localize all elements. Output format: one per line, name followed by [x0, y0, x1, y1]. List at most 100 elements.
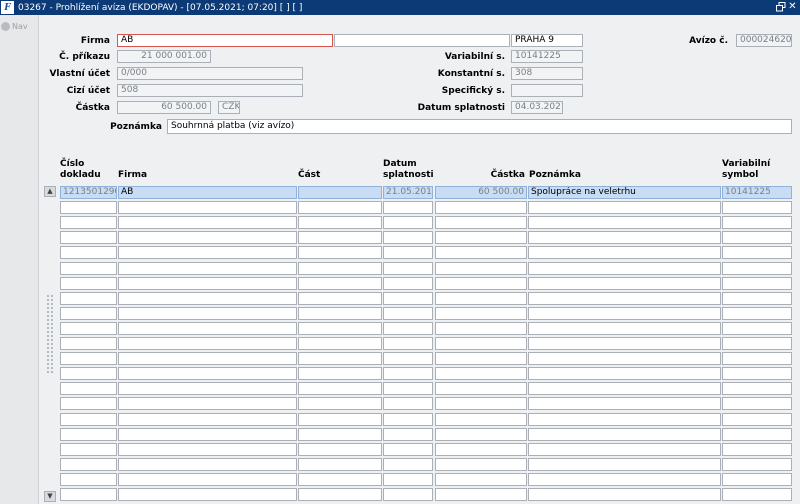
cell-firma[interactable] [118, 352, 297, 365]
cell-cislo-dokladu[interactable] [60, 397, 117, 410]
cell-poznamka[interactable] [528, 413, 721, 426]
cell-cislo-dokladu[interactable] [60, 201, 117, 214]
firma-name-field[interactable] [334, 34, 510, 47]
cell-poznamka[interactable] [528, 352, 721, 365]
cell-datum-splatnosti[interactable] [383, 458, 433, 471]
restore-icon[interactable] [776, 2, 786, 12]
cell-variabilni-symbol[interactable] [722, 337, 792, 350]
cell-cislo-dokladu[interactable] [60, 292, 117, 305]
cell-datum-splatnosti[interactable] [383, 277, 433, 290]
cell-cast[interactable] [298, 307, 382, 320]
cell-variabilni-symbol[interactable] [722, 277, 792, 290]
datum-splatnosti-field[interactable]: 04.03.2021 [511, 101, 563, 114]
cell-datum-splatnosti[interactable] [383, 473, 433, 486]
cell-castka[interactable] [435, 201, 527, 214]
prikaz-field[interactable]: 21 000 001.00 [117, 50, 211, 63]
cell-castka[interactable] [435, 216, 527, 229]
cell-variabilni-symbol[interactable] [722, 382, 792, 395]
cell-variabilni-symbol[interactable] [722, 352, 792, 365]
cell-poznamka[interactable] [528, 216, 721, 229]
firma-city-field[interactable]: PRAHA 9 [511, 34, 583, 47]
avizo-field[interactable]: 0000246208 [736, 34, 792, 47]
cell-variabilni-symbol[interactable] [722, 443, 792, 456]
vlastni-ucet-field[interactable]: 0/000 [117, 67, 303, 80]
cell-cast[interactable] [298, 367, 382, 380]
cell-variabilni-symbol[interactable] [722, 231, 792, 244]
cell-cast[interactable] [298, 262, 382, 275]
cell-firma[interactable]: AB [118, 186, 297, 199]
cell-datum-splatnosti[interactable] [383, 246, 433, 259]
cell-cislo-dokladu[interactable] [60, 322, 117, 335]
cell-firma[interactable] [118, 216, 297, 229]
cell-castka[interactable] [435, 231, 527, 244]
cell-poznamka[interactable] [528, 231, 721, 244]
scroll-grip[interactable] [46, 294, 54, 374]
cell-cislo-dokladu[interactable] [60, 428, 117, 441]
firma-input[interactable]: AB [117, 34, 333, 47]
cizi-ucet-field[interactable]: 508 [117, 84, 303, 97]
cell-castka[interactable] [435, 322, 527, 335]
cell-castka[interactable] [435, 307, 527, 320]
cell-poznamka[interactable] [528, 428, 721, 441]
cell-cast[interactable] [298, 246, 382, 259]
cell-poznamka[interactable] [528, 488, 721, 501]
cell-firma[interactable] [118, 443, 297, 456]
nav-button[interactable]: Nav [1, 22, 28, 31]
cell-variabilni-symbol[interactable]: 10141225 [722, 186, 792, 199]
cell-cislo-dokladu[interactable] [60, 352, 117, 365]
cell-poznamka[interactable] [528, 473, 721, 486]
cell-cast[interactable] [298, 488, 382, 501]
cell-castka[interactable] [435, 277, 527, 290]
cell-datum-splatnosti[interactable] [383, 367, 433, 380]
cell-datum-splatnosti[interactable] [383, 322, 433, 335]
cell-cast[interactable] [298, 428, 382, 441]
cell-cislo-dokladu[interactable] [60, 262, 117, 275]
cell-cislo-dokladu[interactable]: 1213501290 [60, 186, 117, 199]
cell-variabilni-symbol[interactable] [722, 201, 792, 214]
cell-castka[interactable] [435, 382, 527, 395]
cell-cast[interactable] [298, 186, 382, 199]
cell-castka[interactable] [435, 352, 527, 365]
cell-variabilni-symbol[interactable] [722, 428, 792, 441]
cell-variabilni-symbol[interactable] [722, 322, 792, 335]
cell-datum-splatnosti[interactable] [383, 201, 433, 214]
cell-firma[interactable] [118, 231, 297, 244]
close-icon[interactable]: ✕ [787, 1, 798, 13]
cell-cast[interactable] [298, 201, 382, 214]
cell-cast[interactable] [298, 458, 382, 471]
cell-cislo-dokladu[interactable] [60, 443, 117, 456]
cell-cislo-dokladu[interactable] [60, 458, 117, 471]
cell-datum-splatnosti[interactable] [383, 443, 433, 456]
cell-firma[interactable] [118, 262, 297, 275]
cell-cast[interactable] [298, 443, 382, 456]
cell-firma[interactable] [118, 246, 297, 259]
cell-firma[interactable] [118, 201, 297, 214]
cell-firma[interactable] [118, 337, 297, 350]
cell-poznamka[interactable] [528, 322, 721, 335]
cell-poznamka[interactable] [528, 307, 721, 320]
cell-firma[interactable] [118, 382, 297, 395]
variabilni-field[interactable]: 10141225 [511, 50, 583, 63]
cell-variabilni-symbol[interactable] [722, 262, 792, 275]
cell-cast[interactable] [298, 292, 382, 305]
cell-variabilni-symbol[interactable] [722, 413, 792, 426]
cell-castka[interactable] [435, 367, 527, 380]
cell-cast[interactable] [298, 473, 382, 486]
cell-poznamka[interactable] [528, 443, 721, 456]
cell-cislo-dokladu[interactable] [60, 216, 117, 229]
cell-poznamka[interactable] [528, 292, 721, 305]
cell-firma[interactable] [118, 413, 297, 426]
cell-variabilni-symbol[interactable] [722, 292, 792, 305]
cell-cast[interactable] [298, 382, 382, 395]
cell-cast[interactable] [298, 231, 382, 244]
cell-cislo-dokladu[interactable] [60, 367, 117, 380]
konstantni-field[interactable]: 308 [511, 67, 583, 80]
cell-datum-splatnosti[interactable] [383, 488, 433, 501]
cell-poznamka[interactable]: Spolupráce na veletrhu [528, 186, 721, 199]
cell-castka[interactable] [435, 262, 527, 275]
cell-datum-splatnosti[interactable]: 21.05.2013 [383, 186, 433, 199]
cell-datum-splatnosti[interactable] [383, 292, 433, 305]
cell-castka[interactable] [435, 443, 527, 456]
cell-firma[interactable] [118, 473, 297, 486]
scroll-down-icon[interactable]: ▼ [44, 491, 56, 502]
